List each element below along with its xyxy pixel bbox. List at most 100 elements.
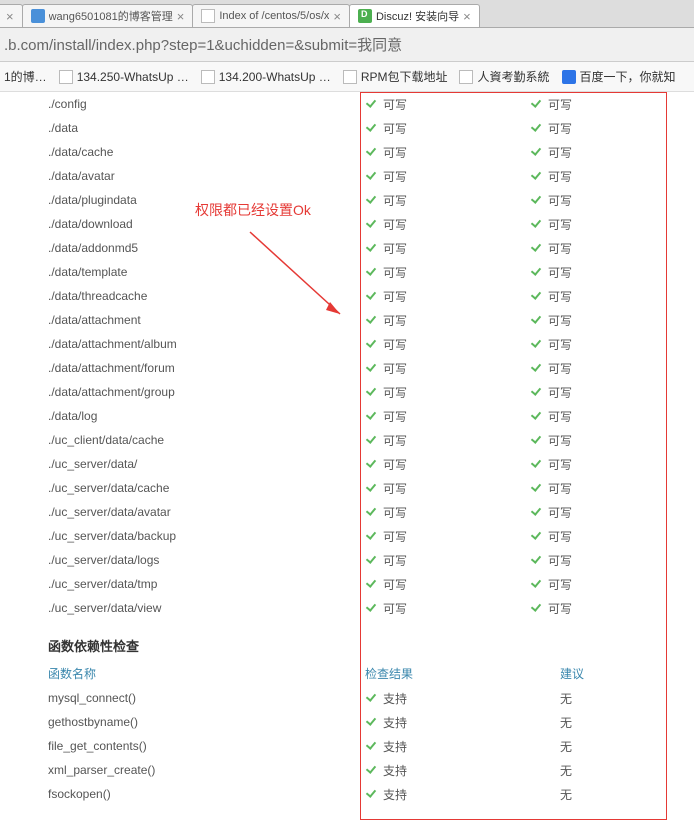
dir-path: ./data <box>0 116 365 140</box>
status-cell: 可写 <box>365 476 530 500</box>
address-bar[interactable]: .b.com/install/index.php?step=1&uchidden… <box>0 28 694 62</box>
status-cell: 可写 <box>365 548 530 572</box>
annotation-text: 权限都已经设置Ok <box>195 200 311 220</box>
status-cell: 可写 <box>365 500 530 524</box>
function-table: 函数名称 检查结果 建议 mysql_connect()支持无gethostby… <box>0 661 694 806</box>
section-heading: 函数依赖性检查 <box>0 620 694 661</box>
check-icon <box>365 555 379 567</box>
recommendation-cell: 无 <box>530 782 694 806</box>
check-icon <box>530 123 544 135</box>
status-cell: 可写 <box>365 164 530 188</box>
table-row: xml_parser_create()支持无 <box>0 758 694 782</box>
check-icon <box>365 291 379 303</box>
check-icon <box>530 459 544 471</box>
check-icon <box>530 291 544 303</box>
recommendation-cell: 可写 <box>530 284 694 308</box>
browser-tab-active[interactable]: Discuz! 安装向导 × <box>349 4 480 27</box>
close-icon[interactable]: × <box>177 10 185 23</box>
browser-tab[interactable]: Index of /centos/5/os/x × <box>192 4 350 27</box>
close-icon[interactable]: × <box>6 10 14 23</box>
recommendation-cell: 可写 <box>530 332 694 356</box>
status-cell: 可写 <box>365 524 530 548</box>
dir-path: ./data/attachment/album <box>0 332 365 356</box>
func-name: mysql_connect() <box>0 686 365 710</box>
bookmark-item[interactable]: 百度一下，你就知 <box>560 66 678 87</box>
check-icon <box>530 171 544 183</box>
status-cell: 可写 <box>365 404 530 428</box>
recommendation-cell: 可写 <box>530 164 694 188</box>
recommendation-cell: 可写 <box>530 404 694 428</box>
check-icon <box>365 693 379 705</box>
page-content: 权限都已经设置Ok ./config可写可写./data可写可写./data/c… <box>0 92 694 816</box>
status-cell: 可写 <box>365 332 530 356</box>
status-cell: 可写 <box>365 596 530 620</box>
check-icon <box>365 219 379 231</box>
check-icon <box>365 243 379 255</box>
check-icon <box>530 435 544 447</box>
recommendation-cell: 可写 <box>530 428 694 452</box>
recommendation-cell: 可写 <box>530 476 694 500</box>
table-row: ./data/addonmd5可写可写 <box>0 236 694 260</box>
recommendation-cell: 无 <box>530 710 694 734</box>
table-row: ./data/attachment/forum可写可写 <box>0 356 694 380</box>
table-row: ./data/avatar可写可写 <box>0 164 694 188</box>
table-row: ./uc_server/data/avatar可写可写 <box>0 500 694 524</box>
close-icon[interactable]: × <box>463 10 471 23</box>
browser-tab[interactable]: × <box>0 4 23 27</box>
check-icon <box>530 411 544 423</box>
dir-path: ./data/threadcache <box>0 284 365 308</box>
check-icon <box>365 765 379 777</box>
browser-tab[interactable]: wang6501081的博客管理 × <box>22 4 194 27</box>
favicon-icon <box>358 9 372 23</box>
recommendation-cell: 可写 <box>530 452 694 476</box>
dir-path: ./uc_client/data/cache <box>0 428 365 452</box>
bookmark-bar: 1的博… 134.250-WhatsUp … 134.200-WhatsUp …… <box>0 62 694 92</box>
status-cell: 可写 <box>365 92 530 116</box>
check-icon <box>365 531 379 543</box>
result-cell: 支持 <box>365 782 530 806</box>
table-row: ./uc_server/data/view可写可写 <box>0 596 694 620</box>
page-icon <box>459 70 473 84</box>
dir-path: ./config <box>0 92 365 116</box>
dir-path: ./data/avatar <box>0 164 365 188</box>
check-icon <box>530 219 544 231</box>
table-row: fsockopen()支持无 <box>0 782 694 806</box>
check-icon <box>365 171 379 183</box>
check-icon <box>365 387 379 399</box>
dir-path: ./uc_server/data/logs <box>0 548 365 572</box>
bookmark-item[interactable]: 1的博… <box>2 66 49 87</box>
header-recommendation: 建议 <box>530 661 694 686</box>
bookmark-item[interactable]: 134.200-WhatsUp … <box>199 66 333 87</box>
recommendation-cell: 无 <box>530 734 694 758</box>
recommendation-cell: 可写 <box>530 188 694 212</box>
dir-path: ./uc_server/data/tmp <box>0 572 365 596</box>
bookmark-item[interactable]: RPM包下载地址 <box>341 66 450 87</box>
favicon-icon <box>31 9 45 23</box>
check-icon <box>530 531 544 543</box>
baidu-icon <box>562 70 576 84</box>
table-row: ./data/plugindata可写可写 <box>0 188 694 212</box>
status-cell: 可写 <box>365 284 530 308</box>
recommendation-cell: 可写 <box>530 356 694 380</box>
dir-path: ./uc_server/data/avatar <box>0 500 365 524</box>
table-row: ./data/attachment/group可写可写 <box>0 380 694 404</box>
header-func-name: 函数名称 <box>0 661 365 686</box>
recommendation-cell: 无 <box>530 686 694 710</box>
check-icon <box>530 243 544 255</box>
check-icon <box>365 507 379 519</box>
recommendation-cell: 可写 <box>530 380 694 404</box>
recommendation-cell: 可写 <box>530 548 694 572</box>
table-row: ./uc_server/data/tmp可写可写 <box>0 572 694 596</box>
table-row: ./data/attachment可写可写 <box>0 308 694 332</box>
func-name: file_get_contents() <box>0 734 365 758</box>
close-icon[interactable]: × <box>333 10 341 23</box>
check-icon <box>530 507 544 519</box>
status-cell: 可写 <box>365 572 530 596</box>
dir-path: ./uc_server/data/ <box>0 452 365 476</box>
dir-path: ./uc_server/data/view <box>0 596 365 620</box>
bookmark-item[interactable]: 134.250-WhatsUp … <box>57 66 191 87</box>
check-icon <box>530 363 544 375</box>
check-icon <box>530 483 544 495</box>
check-icon <box>365 363 379 375</box>
bookmark-item[interactable]: 人資考勤系統 <box>457 66 551 87</box>
